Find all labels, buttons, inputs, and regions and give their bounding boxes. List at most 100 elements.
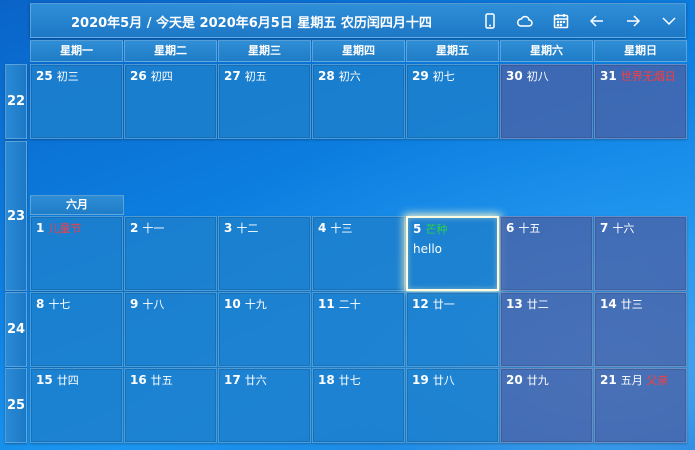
day-cell[interactable]: 12 廿一	[406, 292, 499, 367]
week-number: 24	[5, 292, 27, 367]
month-label: 六月	[30, 195, 124, 215]
day-cell[interactable]: 7 十六	[594, 216, 687, 291]
day-cell[interactable]: 14 廿三	[594, 292, 687, 367]
day-number: 14	[600, 297, 617, 311]
day-cell[interactable]: 19 廿八	[406, 368, 499, 443]
lunar-date: 廿三	[620, 298, 643, 311]
lunar-date: 初五	[244, 70, 267, 83]
lunar-date: 廿六	[244, 374, 267, 387]
lunar-date: 十六	[612, 222, 635, 235]
day-number: 2	[130, 221, 139, 235]
lunar-date: 廿九	[526, 374, 549, 387]
lunar-date: 廿四	[56, 374, 79, 387]
lunar-date: 十二	[236, 222, 259, 235]
cloud-icon	[516, 15, 533, 27]
lunar-date: 十一	[142, 222, 165, 235]
lunar-date: 十三	[330, 222, 353, 235]
day-number: 15	[36, 373, 53, 387]
header-title: 2020年5月 / 今天是 2020年6月5日 星期五 农历闰四月十四	[71, 16, 432, 31]
day-cell[interactable]: 6 十五	[500, 216, 593, 291]
day-cell[interactable]: 20 廿九	[500, 368, 593, 443]
lunar-date: 初四	[150, 70, 173, 83]
day-number: 25	[36, 69, 53, 83]
lunar-date: 芒种	[425, 223, 448, 236]
lunar-date: 世界无烟日	[620, 70, 676, 83]
day-cell[interactable]: 1 儿童节	[30, 216, 123, 291]
lunar-date: 初三	[56, 70, 79, 83]
day-cell[interactable]: 16 廿五	[124, 368, 217, 443]
day-number: 11	[318, 297, 335, 311]
day-number: 19	[412, 373, 429, 387]
day-cell[interactable]: 11 二十	[312, 292, 405, 367]
day-cell[interactable]: 18 廿七	[312, 368, 405, 443]
day-cell[interactable]: 3 十二	[218, 216, 311, 291]
cloud-button[interactable]	[512, 8, 538, 34]
week-number: 23	[5, 141, 27, 291]
day-number: 7	[600, 221, 609, 235]
day-number: 3	[224, 221, 233, 235]
lunar-date: 二十	[338, 298, 361, 311]
day-number: 6	[506, 221, 515, 235]
weekday-header: 星期日	[594, 40, 687, 62]
day-number: 21	[600, 373, 617, 387]
day-number: 29	[412, 69, 429, 83]
day-number: 17	[224, 373, 241, 387]
day-cell[interactable]: 9 十八	[124, 292, 217, 367]
day-cell[interactable]: 10 十九	[218, 292, 311, 367]
day-cell[interactable]: 17 廿六	[218, 368, 311, 443]
day-number: 27	[224, 69, 241, 83]
lunar-date: 初八	[526, 70, 549, 83]
day-cell[interactable]: 31 世界无烟日	[594, 64, 687, 139]
week-number: 22	[5, 64, 27, 139]
day-number: 30	[506, 69, 523, 83]
lunar-date: 十九	[244, 298, 267, 311]
day-cell[interactable]: 15 廿四	[30, 368, 123, 443]
day-number: 26	[130, 69, 147, 83]
day-cell[interactable]: 13 廿二	[500, 292, 593, 367]
day-number: 9	[130, 297, 139, 311]
weekday-header: 星期六	[500, 40, 593, 62]
day-number: 20	[506, 373, 523, 387]
day-cell[interactable]: 2 十一	[124, 216, 217, 291]
lunar-date: 十八	[142, 298, 165, 311]
day-cell[interactable]: 25 初三	[30, 64, 123, 139]
day-number: 16	[130, 373, 147, 387]
lunar-date: 十七	[48, 298, 71, 311]
day-cell[interactable]: 27 初五	[218, 64, 311, 139]
lunar-date: 初六	[338, 70, 361, 83]
arrow-left-icon	[589, 15, 603, 27]
day-cell[interactable]: 4 十三	[312, 216, 405, 291]
weekday-header: 星期五	[406, 40, 499, 62]
day-number: 1	[36, 221, 45, 235]
next-month-button[interactable]	[620, 8, 646, 34]
day-cell[interactable]: 26 初四	[124, 64, 217, 139]
mobile-button[interactable]	[477, 8, 503, 34]
lunar-date: 儿童节	[48, 222, 82, 235]
calendar-button[interactable]	[548, 8, 574, 34]
day-cell-today[interactable]: 5 芒种 hello	[406, 216, 499, 291]
previous-month-button[interactable]	[584, 8, 610, 34]
chevron-down-icon	[662, 17, 676, 26]
expand-button[interactable]	[656, 8, 682, 34]
day-number: 8	[36, 297, 45, 311]
day-number: 12	[412, 297, 429, 311]
lunar-date: 初七	[432, 70, 455, 83]
day-number: 5	[413, 222, 422, 236]
day-cell[interactable]: 8 十七	[30, 292, 123, 367]
day-number: 13	[506, 297, 523, 311]
weekday-header: 星期二	[124, 40, 217, 62]
day-cell[interactable]: 21 五月 父亲	[594, 368, 687, 443]
calendar-header: 2020年5月 / 今天是 2020年6月5日 星期五 农历闰四月十四	[30, 3, 686, 38]
day-cell[interactable]: 28 初六	[312, 64, 405, 139]
lunar-date: 十五	[518, 222, 541, 235]
day-cell[interactable]: 30 初八	[500, 64, 593, 139]
day-number: 31	[600, 69, 617, 83]
day-number: 18	[318, 373, 335, 387]
week-number: 25	[5, 368, 27, 443]
day-cell[interactable]: 29 初七	[406, 64, 499, 139]
lunar-date: 廿五	[150, 374, 173, 387]
lunar-date: 廿七	[338, 374, 361, 387]
mobile-icon	[485, 13, 495, 29]
weekday-header: 星期一	[30, 40, 123, 62]
day-number: 28	[318, 69, 335, 83]
